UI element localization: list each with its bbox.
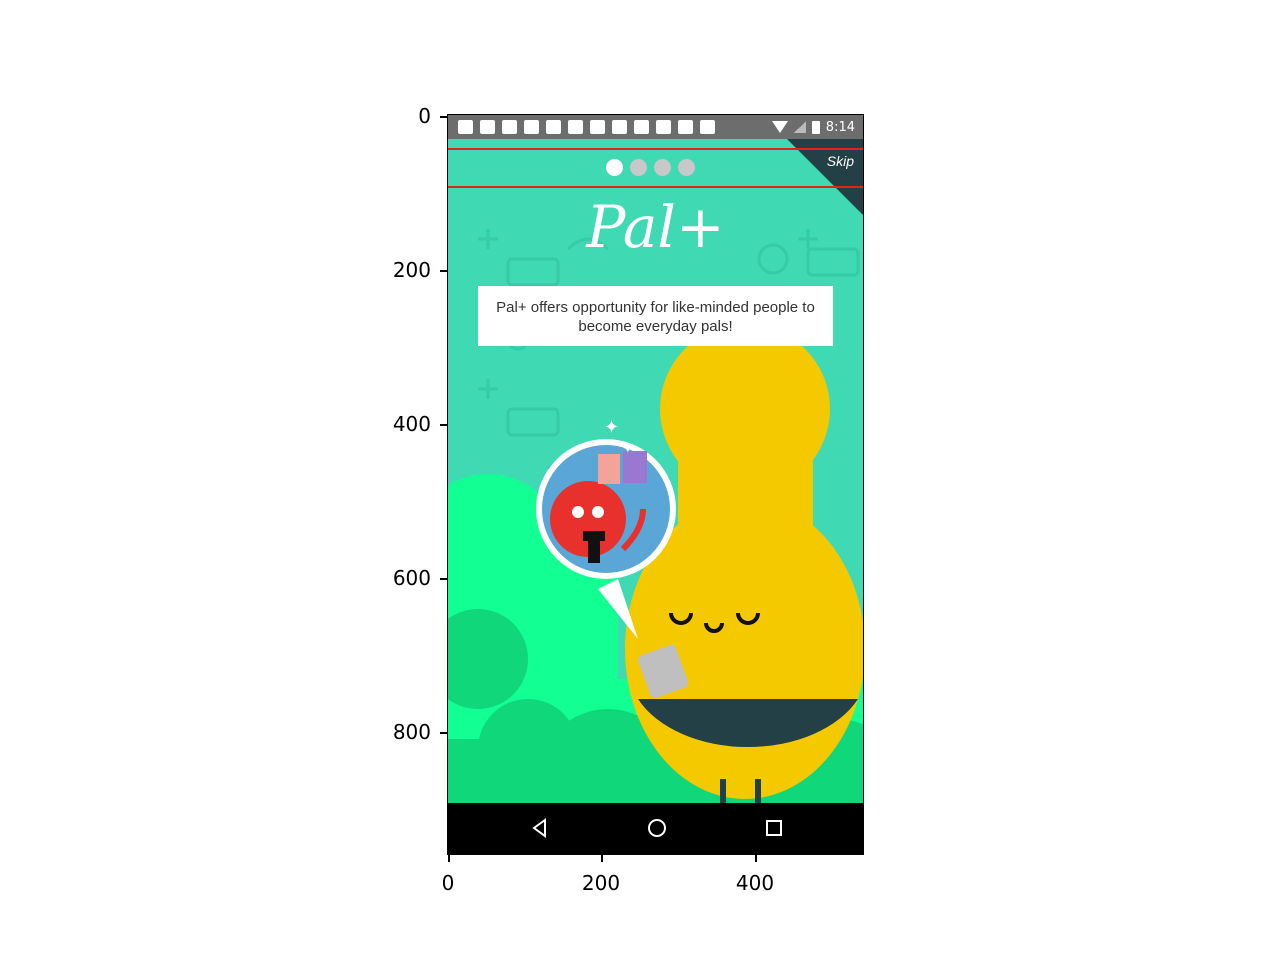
tagline-card: Pal+ offers opportunity for like-minded … <box>478 286 833 346</box>
y-tick <box>440 732 447 734</box>
y-tick <box>440 116 447 118</box>
y-tick-label: 400 <box>392 412 431 436</box>
x-tick <box>448 855 450 862</box>
y-tick <box>440 578 447 580</box>
x-tick-label: 400 <box>735 871 775 895</box>
x-tick-label: 0 <box>441 871 455 895</box>
mascot-character <box>625 324 863 819</box>
page-indicator <box>606 159 695 176</box>
facebook-icon <box>634 120 649 134</box>
svg-text:✦: ✦ <box>604 417 619 437</box>
system-status: 8:14 <box>771 119 855 135</box>
facebook-icon <box>524 120 539 134</box>
y-tick <box>440 424 447 426</box>
notification-icons <box>458 120 715 134</box>
signal-icon <box>793 121 806 133</box>
facebook-icon <box>502 120 517 134</box>
home-icon[interactable] <box>645 816 669 840</box>
tinder-icon <box>546 120 561 134</box>
page-dot[interactable] <box>678 159 695 176</box>
onboarding-screen: 8:14 ✦ ✦ Skip Pal+ Pal+ offers opportuni… <box>448 115 863 854</box>
page-dot[interactable] <box>630 159 647 176</box>
status-bar: 8:14 <box>448 115 863 139</box>
mask-icon <box>700 120 715 134</box>
back-icon[interactable] <box>528 816 552 840</box>
navigation-bar <box>448 803 863 854</box>
skip-button[interactable]: Skip <box>827 153 854 169</box>
y-tick-label: 0 <box>418 104 431 128</box>
battery-icon <box>811 120 820 134</box>
screenshot-frame: 8:14 ✦ ✦ Skip Pal+ Pal+ offers opportuni… <box>447 114 864 855</box>
y-tick-label: 600 <box>392 566 431 590</box>
x-tick <box>601 855 603 862</box>
app-logo: Pal+ <box>586 193 725 261</box>
wifi-icon <box>771 121 788 133</box>
y-tick-label: 800 <box>392 720 431 744</box>
globe-icon <box>656 120 671 134</box>
mask-icon <box>590 120 605 134</box>
chat-icon <box>458 120 473 134</box>
y-tick-label: 200 <box>392 258 431 282</box>
svg-text:✦: ✦ <box>622 440 634 456</box>
mail-icon <box>568 120 583 134</box>
mask-icon <box>612 120 627 134</box>
page-dot-active[interactable] <box>606 159 623 176</box>
recent-apps-icon[interactable] <box>762 816 786 840</box>
x-tick-label: 200 <box>581 871 621 895</box>
messenger-icon <box>678 120 693 134</box>
status-time: 8:14 <box>825 119 855 135</box>
x-tick <box>755 855 757 862</box>
y-tick <box>440 270 447 272</box>
page-dot[interactable] <box>654 159 671 176</box>
highlight-line-top <box>448 148 863 150</box>
facebook-icon <box>480 120 495 134</box>
highlight-line-bottom <box>448 186 863 188</box>
